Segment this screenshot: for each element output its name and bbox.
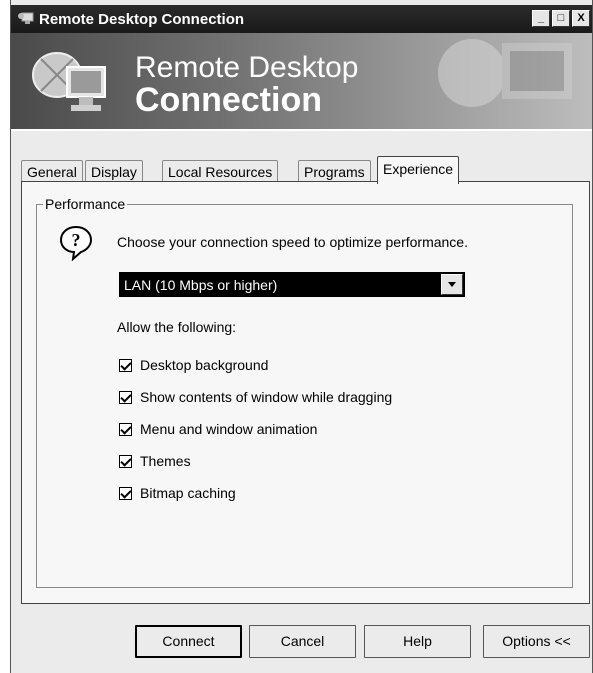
option-label: Themes [140,453,191,469]
tab-programs[interactable]: Programs [298,160,371,182]
cancel-button[interactable]: Cancel [249,625,356,658]
close-button[interactable]: X [572,10,590,27]
tab-experience[interactable]: Experience [377,156,460,184]
banner-title-line2: Connection [135,81,322,119]
window-title: Remote Desktop Connection [39,11,245,28]
option-show-contents-dragging[interactable]: Show contents of window while dragging [119,387,392,407]
experience-panel: Performance ? Choose your connection spe… [21,181,590,604]
performance-group: Performance ? Choose your connection spe… [36,196,573,588]
rdc-window: Remote Desktop Connection _ □ X Remote D… [10,0,593,673]
connection-speed-value: LAN (10 Mbps or higher) [124,277,278,293]
connection-speed-select[interactable]: LAN (10 Mbps or higher) [119,272,465,297]
checkbox[interactable] [119,486,132,500]
speed-prompt: Choose your connection speed to optimize… [117,234,468,250]
help-button[interactable]: Help [364,625,471,658]
options-button[interactable]: Options << [483,625,590,658]
tab-local-resources[interactable]: Local Resources [162,160,279,182]
connect-button[interactable]: Connect [135,625,242,658]
question-icon: ? [59,225,93,261]
option-label: Desktop background [140,357,269,373]
chevron-down-icon[interactable] [441,274,463,295]
banner-title-line1: Remote Desktop [135,51,359,84]
option-menu-window-animation[interactable]: Menu and window animation [119,419,317,439]
allow-label: Allow the following: [117,319,237,335]
checkbox[interactable] [119,454,132,468]
option-desktop-background[interactable]: Desktop background [119,355,268,375]
header-banner: Remote Desktop Connection [11,33,592,129]
checkbox[interactable] [119,358,132,372]
checkbox[interactable] [119,390,132,404]
option-themes[interactable]: Themes [119,451,191,471]
title-bar[interactable]: Remote Desktop Connection _ □ X [11,5,592,33]
maximize-button[interactable]: □ [552,10,570,27]
tab-general[interactable]: General [21,160,83,182]
banner-decoration-icon [438,39,572,107]
svg-text:?: ? [72,230,81,250]
tab-display[interactable]: Display [85,160,143,182]
option-label: Bitmap caching [140,485,236,501]
remote-desktop-logo-icon [32,52,106,111]
banner-divider [11,129,592,131]
minimize-button[interactable]: _ [532,10,550,27]
checkbox[interactable] [119,422,132,436]
option-bitmap-caching[interactable]: Bitmap caching [119,483,236,503]
option-label: Show contents of window while dragging [140,389,393,405]
remote-desktop-icon [18,12,34,24]
option-label: Menu and window animation [140,421,318,437]
performance-group-label: Performance [43,196,128,212]
